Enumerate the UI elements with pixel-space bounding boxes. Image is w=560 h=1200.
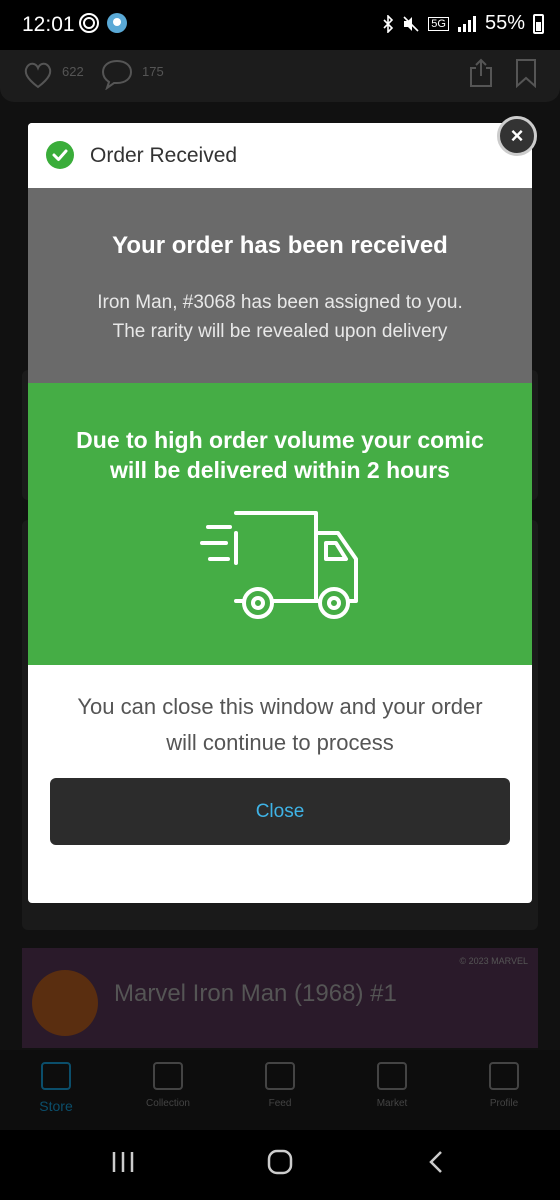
bluetooth-icon	[383, 14, 394, 33]
order-modal: Order Received Your order has been recei…	[28, 123, 532, 903]
promo-banner[interactable]: Marvel Iron Man (1968) #1 © 2023 MARVEL	[22, 948, 538, 1048]
tag-icon	[41, 1062, 71, 1090]
heart-logo-icon	[32, 970, 98, 1036]
feed-icon	[265, 1062, 295, 1090]
shop-icon	[377, 1062, 407, 1090]
comment-icon[interactable]	[100, 58, 134, 90]
close-button[interactable]: Close	[50, 778, 510, 845]
nav-market[interactable]: Market	[352, 1062, 432, 1109]
home-icon[interactable]	[266, 1148, 294, 1176]
bookmark-icon[interactable]	[515, 58, 537, 88]
app-notification-icon	[79, 13, 99, 33]
order-heading: Your order has been received	[112, 232, 448, 259]
nav-collection[interactable]: Collection	[128, 1062, 208, 1109]
status-bar: 12:01 5G 55%	[0, 0, 560, 50]
delivery-message: Due to high order volume your comic will…	[76, 427, 484, 483]
battery-percent: 55%	[484, 12, 525, 34]
back-icon[interactable]	[426, 1148, 446, 1176]
post-actions-bar: 622 175	[0, 50, 560, 102]
nav-store[interactable]: Store	[16, 1062, 96, 1114]
network-type-icon: 5G	[428, 16, 449, 31]
delivery-truck-icon	[200, 511, 358, 619]
share-icon[interactable]	[468, 58, 494, 88]
battery-icon	[533, 13, 544, 34]
mute-icon	[403, 15, 419, 32]
system-nav-bar	[0, 1130, 560, 1200]
process-note: You can close this window and your order…	[77, 694, 483, 755]
like-icon[interactable]	[22, 60, 54, 90]
nav-profile[interactable]: Profile	[464, 1062, 544, 1109]
like-count: 622	[62, 64, 84, 79]
order-info-section: Your order has been received Iron Man, #…	[28, 188, 532, 383]
modal-header: Order Received	[28, 123, 532, 188]
comment-count: 175	[142, 64, 164, 79]
status-time: 12:01	[22, 13, 75, 36]
box-icon	[153, 1062, 183, 1090]
profile-icon	[489, 1062, 519, 1090]
app-badge-icon	[107, 13, 127, 33]
close-icon: ×	[510, 123, 524, 148]
delivery-section: Due to high order volume your comic will…	[28, 383, 532, 665]
promo-title: Marvel Iron Man (1968) #1	[114, 980, 397, 1007]
close-x-button[interactable]: ×	[497, 116, 537, 156]
bottom-nav: Store Collection Feed Market Profile	[0, 1050, 560, 1130]
order-message: Iron Man, #3068 has been assigned to you…	[97, 292, 463, 342]
nav-feed[interactable]: Feed	[240, 1062, 320, 1109]
recent-apps-icon[interactable]	[110, 1148, 136, 1176]
signal-icon	[457, 15, 476, 32]
check-circle-icon	[46, 141, 74, 169]
modal-title: Order Received	[90, 144, 238, 167]
promo-copyright: © 2023 MARVEL	[459, 956, 528, 966]
